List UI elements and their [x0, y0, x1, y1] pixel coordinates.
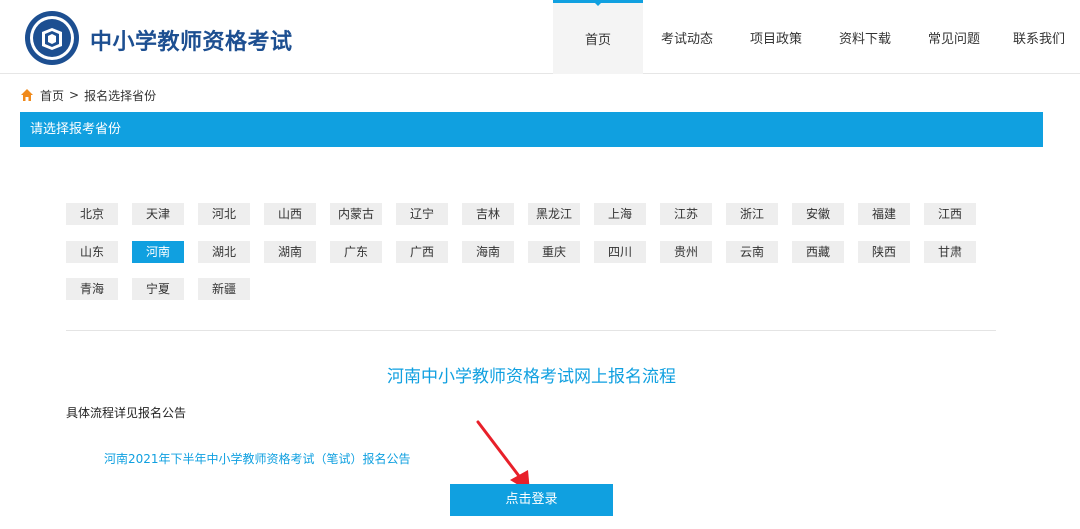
province-zhejiang[interactable]: 浙江: [726, 203, 778, 225]
province-guizhou[interactable]: 贵州: [660, 241, 712, 263]
province-hubei[interactable]: 湖北: [198, 241, 250, 263]
province-sichuan[interactable]: 四川: [594, 241, 646, 263]
province-guangdong[interactable]: 广东: [330, 241, 382, 263]
province-shanghai[interactable]: 上海: [594, 203, 646, 225]
province-shanxi[interactable]: 山西: [264, 203, 316, 225]
section-divider: [66, 330, 996, 331]
logo-emblem-icon: [25, 11, 79, 65]
province-gansu[interactable]: 甘肃: [924, 241, 976, 263]
province-shaanxi[interactable]: 陕西: [858, 241, 910, 263]
breadcrumb: 首页 > 报名选择省份: [20, 86, 156, 104]
province-henan[interactable]: 河南: [132, 241, 184, 263]
breadcrumb-separator: >: [69, 88, 80, 102]
registration-flow-title: 河南中小学教师资格考试网上报名流程: [387, 367, 676, 387]
province-liaoning[interactable]: 辽宁: [396, 203, 448, 225]
section-title-bar: 请选择报考省份: [20, 112, 1043, 147]
province-xinjiang[interactable]: 新疆: [198, 278, 250, 300]
breadcrumb-current: 报名选择省份: [84, 88, 157, 103]
home-icon: [21, 89, 33, 101]
province-jiangsu[interactable]: 江苏: [660, 203, 712, 225]
province-anhui[interactable]: 安徽: [792, 203, 844, 225]
province-xizang[interactable]: 西藏: [792, 241, 844, 263]
province-guangxi[interactable]: 广西: [396, 241, 448, 263]
nav-item-exam-news[interactable]: 考试动态: [643, 0, 731, 74]
nav-item-downloads[interactable]: 资料下载: [821, 0, 909, 74]
registration-notice-link[interactable]: 河南2021年下半年中小学教师资格考试（笔试）报名公告: [104, 450, 411, 467]
header: 中小学教师资格考试 首页 考试动态 项目政策 资料下载 常见问题 联系我们: [0, 0, 1080, 74]
site-title: 中小学教师资格考试: [90, 30, 293, 55]
main-nav: 首页 考试动态 项目政策 资料下载 常见问题 联系我们: [553, 0, 1080, 74]
nav-item-home[interactable]: 首页: [553, 0, 643, 74]
province-hainan[interactable]: 海南: [462, 241, 514, 263]
province-heilongjiang[interactable]: 黑龙江: [528, 203, 580, 225]
province-jilin[interactable]: 吉林: [462, 203, 514, 225]
province-chongqing[interactable]: 重庆: [528, 241, 580, 263]
nav-item-faq[interactable]: 常见问题: [909, 0, 999, 74]
province-fujian[interactable]: 福建: [858, 203, 910, 225]
province-neimenggu[interactable]: 内蒙古: [330, 203, 382, 225]
flow-note: 具体流程详见报名公告: [66, 406, 187, 420]
nav-item-policy[interactable]: 项目政策: [731, 0, 821, 74]
province-hebei[interactable]: 河北: [198, 203, 250, 225]
province-tianjin[interactable]: 天津: [132, 203, 184, 225]
province-jiangxi[interactable]: 江西: [924, 203, 976, 225]
province-yunnan[interactable]: 云南: [726, 241, 778, 263]
province-hunan[interactable]: 湖南: [264, 241, 316, 263]
login-button[interactable]: 点击登录: [450, 484, 613, 516]
breadcrumb-home-link[interactable]: 首页: [40, 87, 64, 104]
nav-item-contact[interactable]: 联系我们: [999, 0, 1080, 74]
province-qinghai[interactable]: 青海: [66, 278, 118, 300]
province-shandong[interactable]: 山东: [66, 241, 118, 263]
province-ningxia[interactable]: 宁夏: [132, 278, 184, 300]
province-beijing[interactable]: 北京: [66, 203, 118, 225]
